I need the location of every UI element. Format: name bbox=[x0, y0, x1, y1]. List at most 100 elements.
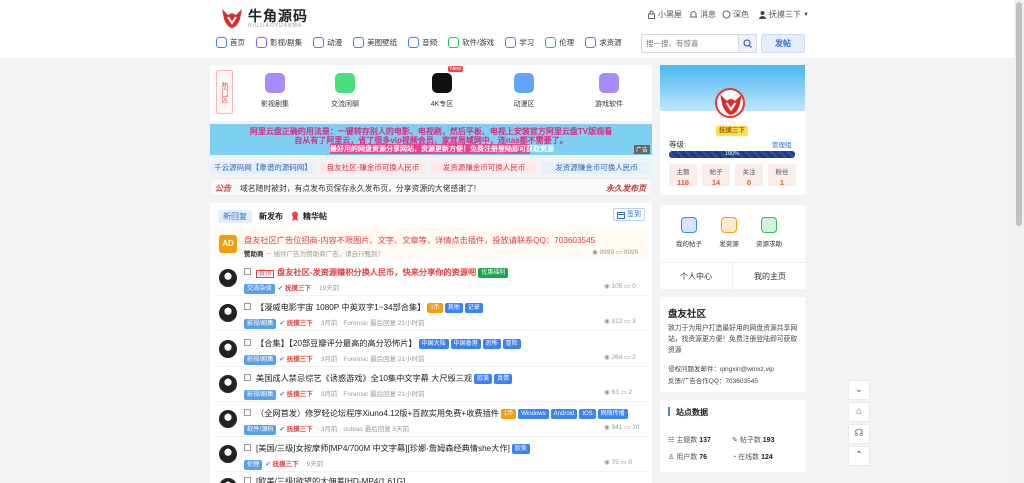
search-input[interactable] bbox=[646, 39, 736, 48]
ad-banner[interactable]: 阿里云盘正确的用法是：一键转存别人的电影、电视剧，然后平板、电视上安装官方阿里云… bbox=[210, 124, 652, 155]
post-tag[interactable]: IOS bbox=[579, 409, 596, 419]
hot-item-1[interactable]: 交流闲聊 bbox=[320, 73, 370, 109]
post-category[interactable]: 伦理 bbox=[244, 460, 263, 470]
user-menu[interactable]: 抚摸三下 ▼ bbox=[758, 9, 809, 20]
post-tag[interactable]: 网络传播 bbox=[597, 409, 628, 419]
new-post-button[interactable]: 发帖 bbox=[761, 34, 805, 53]
nav-item-0[interactable]: 首页 bbox=[216, 37, 245, 48]
avatar[interactable] bbox=[219, 340, 237, 358]
post-checkbox[interactable] bbox=[244, 409, 251, 416]
post-tag[interactable]: 1币 bbox=[500, 409, 517, 419]
link-box-3[interactable]: 发资源赚金币可换人民币 bbox=[431, 162, 537, 174]
ad-post-title[interactable]: 盘友社区广告位招商-内容不限图片、文字、文章等，详情点击插件，投放请联系QQ：7… bbox=[244, 234, 595, 246]
post-author[interactable]: 抚摸三下 bbox=[287, 356, 313, 363]
hot-item-2[interactable]: New 4K专区 bbox=[417, 66, 467, 109]
home-button[interactable]: ⌂ bbox=[848, 402, 870, 422]
permanent-link[interactable]: 永久发布页 bbox=[606, 183, 646, 194]
banner-line-3: 最好用的网盘资源分享网站，资源更新方便！免费注册登陆即可获取资源 bbox=[330, 144, 554, 154]
theme-toggle[interactable]: 深色 bbox=[722, 9, 749, 20]
link-box-4[interactable]: 发资源赚金币可换人民币 bbox=[541, 162, 652, 174]
post-category[interactable]: 影视/剧集 bbox=[244, 390, 277, 400]
post-checkbox[interactable] bbox=[244, 339, 251, 346]
hot-item-4[interactable]: 游戏软件 bbox=[584, 73, 634, 109]
post-category[interactable]: 交流杂谈 bbox=[244, 284, 275, 294]
post-tag[interactable]: 记录 bbox=[464, 303, 483, 313]
messages-link[interactable]: 消息 bbox=[689, 9, 716, 20]
nav-item-5[interactable]: 软件/游戏 bbox=[448, 37, 494, 48]
post-tag[interactable]: 1币 bbox=[427, 303, 443, 313]
tab-new-reply[interactable]: 新回复 bbox=[218, 210, 252, 223]
avatar[interactable] bbox=[219, 410, 237, 428]
profile-stat[interactable]: 关注 0 bbox=[735, 164, 763, 187]
profile-stat[interactable]: 粉丝 1 bbox=[768, 164, 796, 187]
post-title[interactable]: 盘友社区-发资源赚积分换人民币，快来分享你的资源吧 bbox=[277, 268, 476, 277]
post-title[interactable]: 【合集】【20部豆瓣评分最高的高分恐怖片】 bbox=[256, 339, 417, 348]
link-box-2[interactable]: 盘友社区-赚金币可换人民币 bbox=[320, 162, 426, 174]
personal-center-link[interactable]: 个人中心 bbox=[680, 271, 712, 282]
collapse-button[interactable]: ⌄ bbox=[848, 380, 870, 400]
profile-stat[interactable]: 帖子 14 bbox=[702, 164, 730, 187]
post-author[interactable]: 抚摸三下 bbox=[285, 285, 311, 292]
post-title[interactable]: 【漫威电影宇宙 1080P 中英双字1~34部合集】 bbox=[256, 303, 425, 312]
post-author[interactable]: 抚摸三下 bbox=[287, 426, 313, 433]
post-category[interactable]: 影视/剧集 bbox=[244, 319, 277, 329]
quick-link-1[interactable]: 发资源 bbox=[709, 217, 749, 248]
dark-room-link[interactable]: 小黑屋 bbox=[647, 9, 682, 20]
nav-item-7[interactable]: 伦理 bbox=[545, 37, 574, 48]
scrollbar-thumb[interactable] bbox=[1016, 2, 1022, 226]
nav-item-6[interactable]: 学习 bbox=[505, 37, 534, 48]
ad-post-author[interactable]: 赞助商 bbox=[244, 251, 264, 258]
back-to-top-button[interactable]: ⌃ bbox=[848, 446, 870, 466]
post-checkbox[interactable] bbox=[244, 268, 251, 275]
post-tag[interactable]: Windows bbox=[518, 409, 549, 419]
post-checkbox[interactable] bbox=[244, 374, 251, 381]
post-tag[interactable]: 真情 bbox=[494, 374, 513, 384]
post-tag[interactable]: 中国大陆 bbox=[418, 339, 449, 349]
post-tag[interactable]: 中国香港 bbox=[450, 339, 481, 349]
tab-new-post[interactable]: 新发布 bbox=[254, 210, 288, 223]
avatar[interactable] bbox=[219, 445, 237, 463]
hot-item-3[interactable]: 动漫区 bbox=[499, 73, 549, 109]
link-box-1[interactable]: 千云源码网【靠谱的源码网】 bbox=[210, 162, 316, 174]
post-tag[interactable]: Android bbox=[550, 409, 578, 419]
post-tag[interactable]: 其他 bbox=[444, 303, 463, 313]
post-checkbox[interactable] bbox=[244, 444, 251, 451]
profile-avatar[interactable] bbox=[715, 88, 745, 118]
post-tag[interactable]: 欧美 bbox=[474, 374, 493, 384]
quick-link-2[interactable]: 资源求助 bbox=[749, 217, 789, 248]
avatar[interactable] bbox=[219, 304, 237, 322]
nav-item-8[interactable]: 求资源 bbox=[585, 37, 622, 48]
nav-item-3[interactable]: 美图壁纸 bbox=[353, 37, 397, 48]
logo-icon[interactable] bbox=[220, 7, 244, 29]
post-title[interactable]: [欧美/三级]欲望的大佣差[HD-MP4/1.61G] bbox=[256, 477, 405, 483]
post-author[interactable]: 抚摸三下 bbox=[287, 391, 313, 398]
post-title[interactable]: （全网首发）修罗轻论坛程序Xiuno4.12版+百款实用免费+收费插件 bbox=[256, 409, 499, 418]
quick-link-0[interactable]: 我的帖子 bbox=[669, 217, 709, 248]
post-tag[interactable]: 优惠福利 bbox=[478, 268, 509, 278]
post-author[interactable]: 抚摸三下 bbox=[287, 320, 313, 327]
avatar[interactable] bbox=[219, 269, 237, 287]
post-tag[interactable]: 冒险 bbox=[502, 339, 521, 349]
post-tag[interactable]: 恐怖 bbox=[482, 339, 501, 349]
search-button[interactable] bbox=[738, 34, 757, 53]
post-tag[interactable]: 欧美 bbox=[511, 444, 530, 454]
profile-stat[interactable]: 主题 116 bbox=[669, 164, 697, 187]
my-home-link[interactable]: 我的主页 bbox=[754, 271, 786, 282]
post-checkbox[interactable] bbox=[244, 303, 251, 310]
nav-item-4[interactable]: 音频 bbox=[408, 37, 437, 48]
support-button[interactable]: ☊ bbox=[848, 424, 870, 444]
post-title[interactable]: [美国/三级]女按摩师[MP4/700M 中文字幕][珍娜·詹姆森经典情she大… bbox=[256, 444, 510, 453]
post-category[interactable]: 软件/源码 bbox=[244, 425, 277, 435]
nav-item-2[interactable]: 动漫 bbox=[313, 37, 342, 48]
users-value: 76 bbox=[699, 454, 707, 461]
post-checkbox[interactable] bbox=[244, 477, 251, 483]
tab-featured[interactable]: 精华帖 bbox=[298, 210, 332, 223]
avatar[interactable] bbox=[219, 375, 237, 393]
hot-item-0[interactable]: 影视剧集 bbox=[250, 73, 300, 109]
post-title[interactable]: 美国成人禁忌综艺《诱惑游戏》全10集中文字幕 大尺毁三观 bbox=[256, 374, 472, 383]
post-author[interactable]: 抚摸三下 bbox=[273, 461, 299, 468]
nav-icon bbox=[545, 37, 557, 48]
profile-name[interactable]: 抚摸三下 bbox=[716, 126, 748, 136]
nav-item-1[interactable]: 影视/剧集 bbox=[256, 37, 302, 48]
post-category[interactable]: 影视/剧集 bbox=[244, 355, 277, 365]
